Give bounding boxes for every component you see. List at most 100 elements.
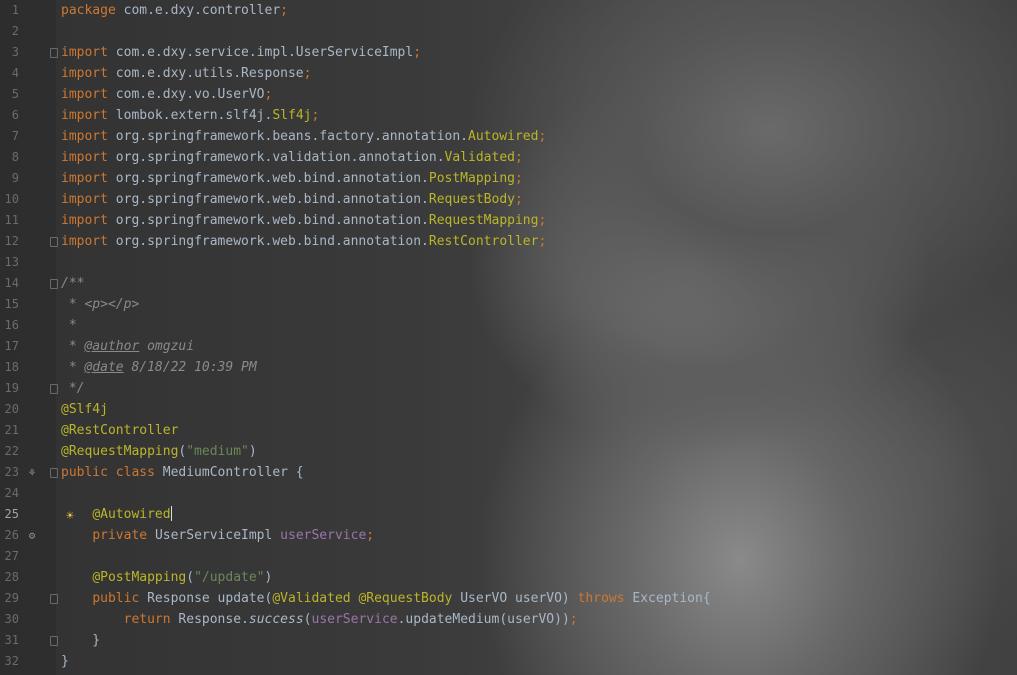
fold-marker-icon[interactable] [50, 237, 58, 247]
code-token: package [61, 3, 124, 18]
line-number: 32 [4, 654, 19, 668]
fold-marker-icon[interactable] [50, 384, 58, 394]
code-line[interactable]: 22 @RequestMapping("medium") [0, 441, 1017, 462]
code-text: import com.e.dxy.service.impl.UserServic… [61, 42, 421, 63]
code-token: } [61, 654, 69, 669]
code-token: .updateMedium(userVO)) [397, 612, 570, 627]
line-number: 3 [11, 45, 19, 59]
code-token: userService [280, 528, 367, 543]
code-token: import [61, 45, 116, 60]
line-number: 6 [11, 108, 19, 122]
code-line[interactable]: 15 * <p></p> [0, 294, 1017, 315]
autowire-icon[interactable]: ⚙ [25, 525, 39, 546]
code-line[interactable]: 28 @PostMapping("/update") [0, 567, 1017, 588]
code-line[interactable]: 31 } [0, 630, 1017, 651]
code-text: @Autowired [61, 504, 172, 525]
code-line[interactable]: 6 import lombok.extern.slf4j.Slf4j; [0, 105, 1017, 126]
code-token: import [61, 87, 116, 102]
code-line[interactable]: 18 * @date 8/18/22 10:39 PM [0, 357, 1017, 378]
code-line[interactable]: 19 */ [0, 378, 1017, 399]
fold-marker-icon[interactable] [50, 594, 58, 604]
code-line[interactable]: 20 @Slf4j [0, 399, 1017, 420]
code-line[interactable]: 2 [0, 21, 1017, 42]
code-line[interactable]: 9 import org.springframework.web.bind.ann… [0, 168, 1017, 189]
line-number: 23 [4, 465, 19, 479]
code-token: ; [514, 192, 523, 207]
code-line[interactable]: 17 * @author omgzui [0, 336, 1017, 357]
code-line[interactable]: 4 import com.e.dxy.utils.Response; [0, 63, 1017, 84]
code-line[interactable]: 25 ☀ @Autowired [0, 504, 1017, 525]
code-token: ( [303, 612, 312, 627]
code-token: org.springframework.web.bind.annotation. [115, 171, 429, 186]
line-number: 24 [4, 486, 19, 500]
code-text: import org.springframework.web.bind.anno… [61, 210, 546, 231]
code-text: import com.e.dxy.vo.UserVO; [61, 84, 272, 105]
line-number: 25 [4, 507, 19, 521]
line-number: 13 [4, 255, 19, 269]
code-line[interactable]: 13 [0, 252, 1017, 273]
code-line[interactable]: 7 import org.springframework.beans.factor… [0, 126, 1017, 147]
code-line[interactable]: 24 [0, 483, 1017, 504]
code-line[interactable]: 11 import org.springframework.web.bind.an… [0, 210, 1017, 231]
fold-marker-icon[interactable] [50, 279, 58, 289]
code-line[interactable]: 23 ⚘ public class MediumController { [0, 462, 1017, 483]
code-token: ; [264, 87, 273, 102]
code-token: org.springframework.web.bind.annotation. [115, 213, 429, 228]
code-text: import org.springframework.validation.an… [61, 147, 523, 168]
line-number: 9 [11, 171, 19, 185]
code-line[interactable]: 30 return Response.success(userService.u… [0, 609, 1017, 630]
line-number: 19 [4, 381, 19, 395]
code-line[interactable]: 5 import com.e.dxy.vo.UserVO; [0, 84, 1017, 105]
code-token: ; [514, 171, 523, 186]
code-text: return Response.success(userService.upda… [61, 609, 578, 630]
code-line[interactable]: 3 import com.e.dxy.service.impl.UserServi… [0, 42, 1017, 63]
code-token: userService [311, 612, 398, 627]
code-token: @author [84, 339, 140, 354]
code-line[interactable]: 12 import org.springframework.web.bind.an… [0, 231, 1017, 252]
line-number: 8 [11, 150, 19, 164]
code-line[interactable]: 10 import org.springframework.web.bind.an… [0, 189, 1017, 210]
code-token: Validated [444, 150, 515, 165]
fold-marker-icon[interactable] [50, 48, 58, 58]
code-text: @RequestMapping("medium") [61, 441, 257, 462]
code-token: @RequestMapping [61, 444, 179, 459]
code-text: import org.springframework.web.bind.anno… [61, 168, 523, 189]
code-text: import org.springframework.beans.factory… [61, 126, 546, 147]
code-token: * [61, 318, 77, 333]
code-line[interactable]: 27 [0, 546, 1017, 567]
code-token: "medium" [186, 444, 249, 459]
code-text: @PostMapping("/update") [61, 567, 272, 588]
code-line[interactable]: 32} [0, 651, 1017, 672]
fold-marker-icon[interactable] [50, 468, 58, 478]
bean-icon[interactable]: ⚘ [25, 462, 39, 483]
code-token: import [61, 213, 116, 228]
code-token: import [61, 192, 116, 207]
code-text: public Response update(@Validated @Reque… [61, 588, 710, 609]
code-line[interactable]: 26 ⚙ private UserServiceImpl userService; [0, 525, 1017, 546]
code-token: @PostMapping [92, 570, 187, 585]
line-number: 29 [4, 591, 19, 605]
line-number: 21 [4, 423, 19, 437]
code-token: @Validated [272, 591, 359, 606]
code-token: com.e.dxy.controller [123, 3, 281, 18]
code-text: @RestController [61, 420, 178, 441]
line-number: 2 [11, 24, 19, 38]
code-line[interactable]: 8 import org.springframework.validation.a… [0, 147, 1017, 168]
line-number: 5 [11, 87, 19, 101]
code-line[interactable]: 1 package com.e.dxy.controller; [0, 0, 1017, 21]
fold-marker-icon[interactable] [50, 636, 58, 646]
code-token: PostMapping [428, 171, 515, 186]
code-line[interactable]: 29 public Response update(@Validated @Re… [0, 588, 1017, 609]
code-token: ; [538, 213, 547, 228]
code-token: RestController [428, 234, 539, 249]
code-token: import [61, 150, 116, 165]
code-line[interactable]: 14 /** [0, 273, 1017, 294]
code-token: import [61, 234, 116, 249]
code-text: import com.e.dxy.utils.Response; [61, 63, 311, 84]
code-editor[interactable]: 1 package com.e.dxy.controller; 2 3 import c… [0, 0, 1017, 675]
code-line[interactable]: 16 * [0, 315, 1017, 336]
code-token: ; [569, 612, 578, 627]
code-line[interactable]: 21 @RestController [0, 420, 1017, 441]
code-token: ; [280, 3, 288, 18]
